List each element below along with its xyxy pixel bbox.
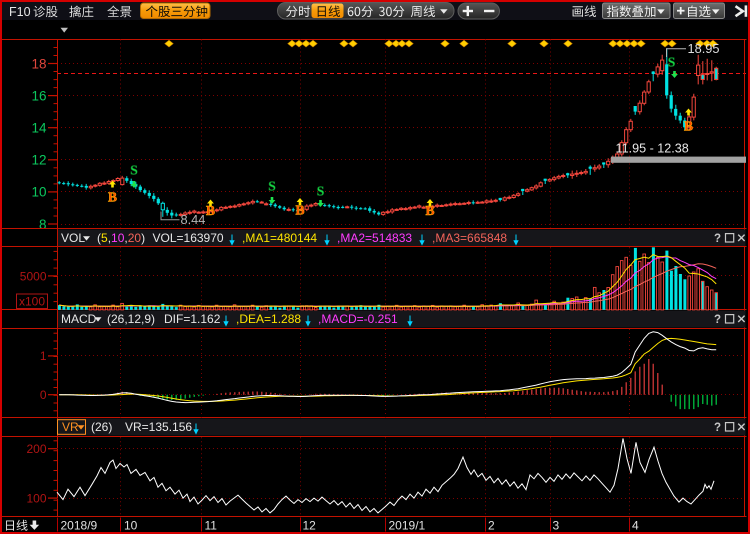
svg-text:200: 200 <box>26 442 46 456</box>
svg-text:1: 1 <box>40 349 47 363</box>
svg-text:B: B <box>206 203 215 218</box>
svg-text:DIF=1.162: DIF=1.162 <box>164 312 221 326</box>
svg-text:8: 8 <box>39 217 47 232</box>
svg-text:(5,10,20): (5,10,20) <box>97 231 145 245</box>
svg-text:B: B <box>108 190 117 205</box>
svg-text:14: 14 <box>31 121 47 136</box>
svg-text:,MA3=665848: ,MA3=665848 <box>432 231 507 245</box>
svg-text:18: 18 <box>31 56 46 71</box>
svg-text:8.44: 8.44 <box>181 212 206 227</box>
svg-text:B: B <box>295 203 304 218</box>
svg-text:S: S <box>668 55 676 70</box>
svg-text:VOL=163970: VOL=163970 <box>153 231 224 245</box>
svg-text:18.95: 18.95 <box>688 41 720 56</box>
svg-text:MACD: MACD <box>61 312 97 326</box>
svg-text:16: 16 <box>31 88 46 103</box>
svg-text:VR=135.156: VR=135.156 <box>125 420 192 434</box>
svg-text:,MA1=480144: ,MA1=480144 <box>242 231 317 245</box>
svg-text:F10: F10 <box>9 5 31 19</box>
svg-text:?: ? <box>714 422 721 434</box>
svg-text:11.95 - 12.38: 11.95 - 12.38 <box>616 142 689 156</box>
svg-text:3: 3 <box>553 518 560 532</box>
svg-text:S: S <box>130 163 138 178</box>
svg-text:VOL: VOL <box>61 231 85 245</box>
svg-text:,DEA=1.288: ,DEA=1.288 <box>236 312 301 326</box>
svg-text:4: 4 <box>632 518 639 532</box>
svg-text:0: 0 <box>40 388 47 402</box>
svg-text:,MACD=-0.251: ,MACD=-0.251 <box>318 312 398 326</box>
svg-text:x100: x100 <box>19 294 45 308</box>
svg-text:?: ? <box>714 314 721 326</box>
svg-text:5000: 5000 <box>20 269 47 283</box>
svg-text:2019/1: 2019/1 <box>389 518 426 532</box>
svg-text:12: 12 <box>31 153 46 168</box>
svg-text:12: 12 <box>303 518 317 532</box>
svg-text:11: 11 <box>205 518 218 532</box>
svg-text:(26,12,9): (26,12,9) <box>107 312 155 326</box>
svg-text:,MA2=514833: ,MA2=514833 <box>337 231 412 245</box>
svg-text:100: 100 <box>26 491 46 505</box>
svg-text:B: B <box>425 203 434 218</box>
svg-text:?: ? <box>714 233 721 245</box>
svg-text:2018/9: 2018/9 <box>61 518 98 532</box>
svg-text:2: 2 <box>488 518 495 532</box>
svg-text:S: S <box>317 183 325 198</box>
svg-text:10: 10 <box>124 518 138 532</box>
svg-text:B: B <box>684 119 693 134</box>
svg-text:(26): (26) <box>91 420 112 434</box>
svg-text:10: 10 <box>31 185 46 200</box>
svg-text:S: S <box>268 179 276 194</box>
svg-text:VR: VR <box>62 420 79 434</box>
